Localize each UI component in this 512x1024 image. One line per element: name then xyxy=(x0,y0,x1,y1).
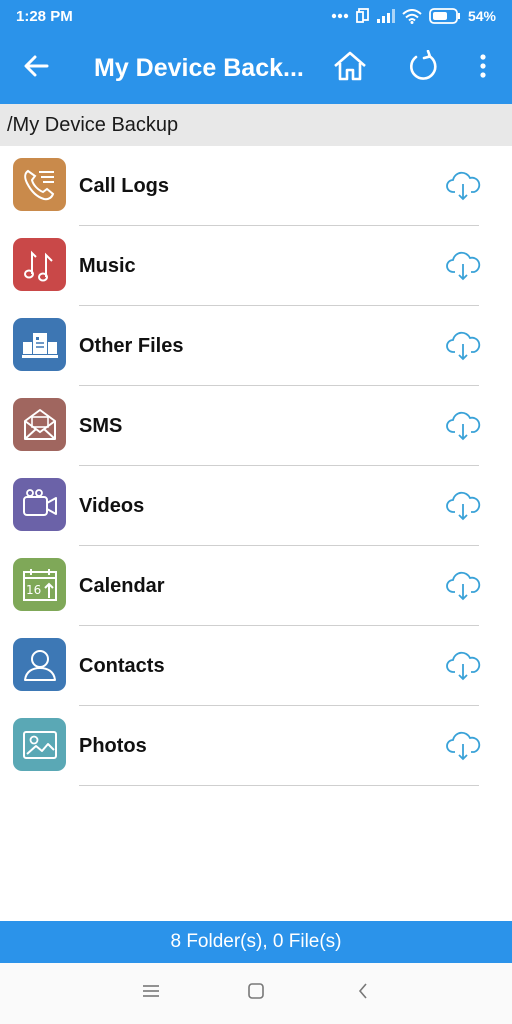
list-item-contacts[interactable]: Contacts xyxy=(0,626,512,706)
item-label: Calendar xyxy=(79,575,165,597)
list-item-calendar[interactable]: 16 Calendar xyxy=(0,546,512,626)
back-button[interactable] xyxy=(14,32,58,104)
menu-icon xyxy=(143,984,159,1003)
item-label: SMS xyxy=(79,415,123,437)
system-back-button[interactable] xyxy=(333,963,393,1024)
folder-file-count: 8 Folder(s), 0 File(s) xyxy=(170,931,342,952)
cloud-download-icon[interactable] xyxy=(444,568,482,604)
system-nav-bar xyxy=(0,963,512,1024)
status-icons: 54% xyxy=(331,8,496,24)
cloud-download-icon[interactable] xyxy=(444,648,482,684)
system-home-button[interactable] xyxy=(226,963,286,1024)
battery-icon xyxy=(429,8,461,24)
calendar-day-text: 16 xyxy=(26,583,41,597)
item-label: Contacts xyxy=(79,655,165,677)
screen-cast-icon xyxy=(356,8,370,24)
more-options-button[interactable] xyxy=(468,32,498,104)
item-label: Photos xyxy=(79,735,147,757)
videos-icon xyxy=(13,478,66,531)
cloud-download-icon[interactable] xyxy=(444,248,482,284)
recent-apps-button[interactable] xyxy=(121,963,181,1024)
sms-icon xyxy=(13,398,66,451)
contacts-icon xyxy=(13,638,66,691)
more-notifications-icon xyxy=(331,13,349,19)
status-time: 1:28 PM xyxy=(16,7,73,25)
cloud-download-icon[interactable] xyxy=(444,328,482,364)
list-item-videos[interactable]: Videos xyxy=(0,466,512,546)
status-bar: 1:28 PM 54% xyxy=(0,0,512,32)
battery-percent: 54% xyxy=(467,8,496,24)
arrow-left-icon xyxy=(23,55,49,82)
cloud-download-icon[interactable] xyxy=(444,408,482,444)
list-item-other-files[interactable]: Other Files xyxy=(0,306,512,386)
list-item-call-logs[interactable]: Call Logs xyxy=(0,146,512,226)
footer-summary-bar: 8 Folder(s), 0 File(s) xyxy=(0,921,512,963)
breadcrumb: /My Device Backup xyxy=(0,104,512,146)
more-vertical-icon xyxy=(479,53,487,83)
breadcrumb-path: /My Device Backup xyxy=(7,113,179,136)
item-label: Other Files xyxy=(79,335,184,357)
cloud-download-icon[interactable] xyxy=(444,488,482,524)
refresh-button[interactable] xyxy=(400,32,446,104)
cloud-download-icon[interactable] xyxy=(444,728,482,764)
divider xyxy=(79,785,479,786)
photos-icon xyxy=(13,718,66,771)
signal-icon xyxy=(376,9,395,23)
music-icon xyxy=(13,238,66,291)
page-title: My Device Back... xyxy=(94,54,304,82)
item-label: Call Logs xyxy=(79,175,170,197)
list-item-photos[interactable]: Photos xyxy=(0,706,512,786)
item-label: Videos xyxy=(79,495,145,517)
list-item-sms[interactable]: SMS xyxy=(0,386,512,466)
wifi-icon xyxy=(402,8,422,24)
cloud-download-icon[interactable] xyxy=(444,168,482,204)
refresh-icon xyxy=(407,49,439,87)
app-bar: My Device Back... xyxy=(0,32,512,104)
square-icon xyxy=(248,983,264,1004)
folder-list: Call Logs Music Other Files SMS Videos 1… xyxy=(0,146,512,786)
home-icon xyxy=(332,50,368,87)
calendar-icon: 16 xyxy=(13,558,66,611)
item-label: Music xyxy=(79,255,136,277)
chevron-left-icon xyxy=(358,983,368,1004)
call-logs-icon xyxy=(13,158,66,211)
list-item-music[interactable]: Music xyxy=(0,226,512,306)
home-button[interactable] xyxy=(326,32,374,104)
other-files-icon xyxy=(13,318,66,371)
